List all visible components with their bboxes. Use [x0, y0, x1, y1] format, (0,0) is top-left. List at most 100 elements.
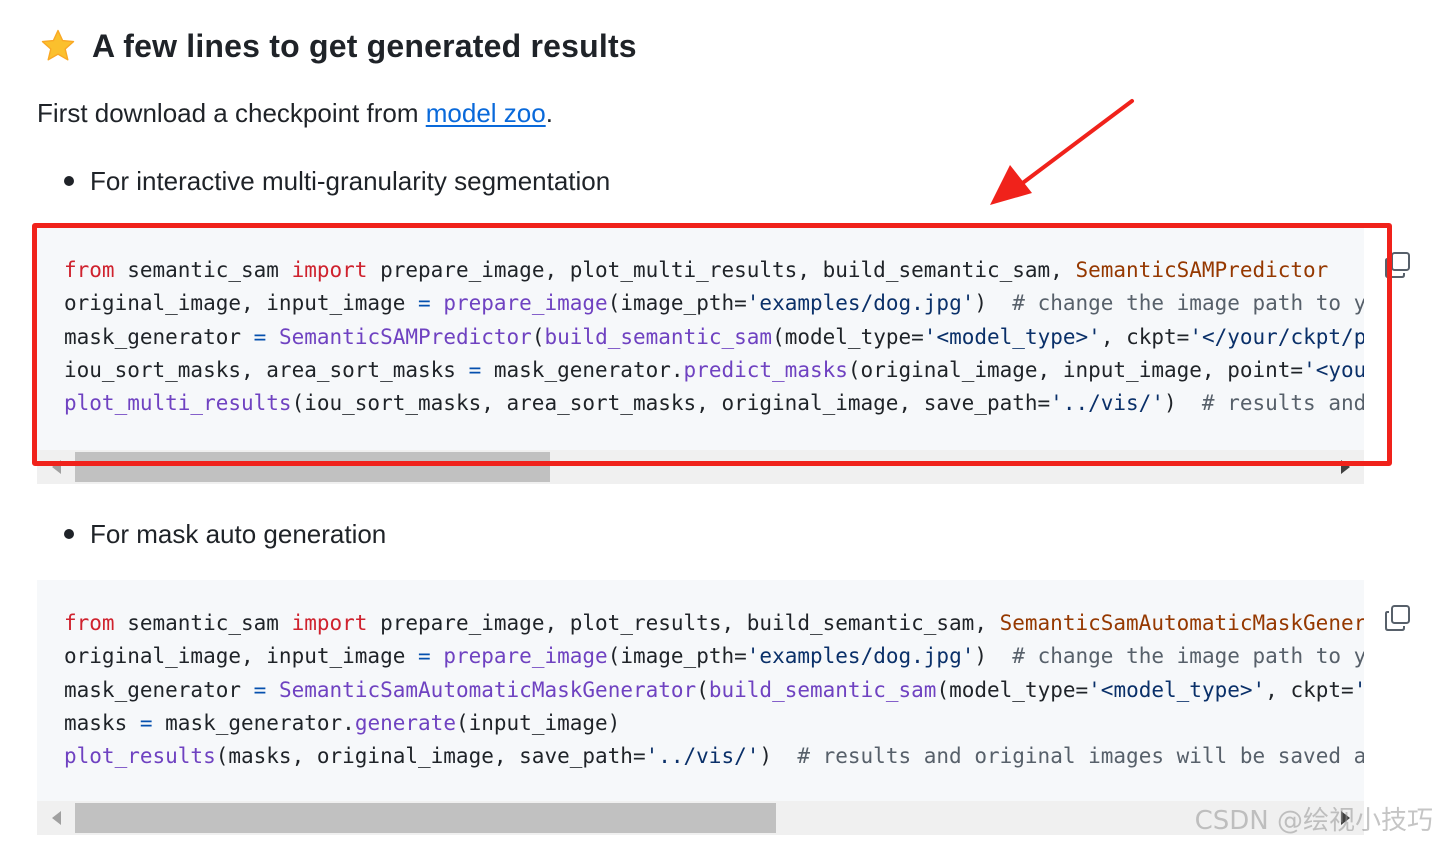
code-token: = [139, 710, 153, 735]
code-line: plot_results(masks, original_image, save… [64, 740, 1364, 773]
code-token: import [291, 611, 368, 635]
code-token: '<model_type>' [923, 324, 1101, 349]
code-token: semantic_sam [114, 611, 292, 635]
code-token: semantic_sam [114, 258, 292, 282]
code-token: ) [974, 291, 1013, 316]
code-token: = [468, 357, 482, 382]
code-token: plot_results [64, 744, 216, 769]
code-token: (image_pth= [607, 291, 747, 316]
copy-icon[interactable] [1383, 250, 1413, 280]
code-token: SemanticSAMPredictor [278, 324, 532, 349]
code-token: (iou_sort_masks, area_sort_masks, origin… [291, 391, 1051, 416]
code-block-interactive-scrollbar[interactable] [37, 450, 1364, 484]
code-token: SemanticSamAutomaticMaskGenerator [278, 677, 697, 702]
code-line: mask_generator = SemanticSamAutomaticMas… [64, 674, 1364, 707]
watermark: CSDN @绘视小技巧 [1194, 806, 1433, 836]
code-line: from semantic_sam import prepare_image, … [64, 607, 1364, 640]
code-token: = [253, 677, 267, 702]
code-token: (model_type= [772, 324, 924, 349]
code-token: build_semantic_sam [708, 677, 937, 702]
code-token: ( [531, 324, 545, 349]
code-token: # results and [1201, 391, 1364, 416]
code-block-interactive: from semantic_sam import prepare_image, … [37, 227, 1364, 451]
code-content: from semantic_sam import prepare_image, … [64, 254, 1364, 420]
code-token: # change the image path to y [1012, 291, 1364, 316]
code-content: from semantic_sam import prepare_image, … [64, 607, 1364, 773]
code-token: import [291, 258, 368, 282]
code-token: from [64, 611, 115, 635]
code-token: (input_image) [455, 710, 621, 735]
code-token: (masks, original_image, save_path= [215, 744, 646, 769]
code-token: 'examples/dog.jpg' [746, 644, 975, 669]
code-block-auto-generation-scrollbar[interactable] [37, 801, 1364, 835]
copy-icon[interactable] [1383, 603, 1413, 633]
code-token: '../vis/' [645, 744, 760, 769]
code-token: (model_type= [936, 677, 1089, 702]
scroll-right-button[interactable] [1326, 450, 1364, 484]
code-token: , ckpt= [1265, 677, 1354, 702]
code-token: SemanticSAMPredictor [1075, 258, 1329, 282]
code-line: from semantic_sam import prepare_image, … [64, 254, 1364, 287]
model-zoo-link[interactable]: model zoo [426, 98, 546, 128]
code-token: '<you [1303, 357, 1364, 382]
page-title: A few lines to get generated results [92, 27, 637, 64]
code-line: mask_generator = SemanticSAMPredictor(bu… [64, 321, 1364, 354]
code-token: mask_generator. [481, 357, 684, 382]
code-token: = [418, 644, 431, 669]
scroll-left-button[interactable] [37, 801, 75, 835]
bullet-label: For mask auto generation [90, 519, 387, 549]
star-icon [41, 29, 75, 61]
code-token: iou_sort_masks, area_sort_masks [64, 357, 469, 382]
code-token: generate [354, 710, 456, 735]
code-token: original_image, input_image [64, 644, 419, 669]
bullet-mask-auto-generation: For mask auto generation [64, 517, 386, 551]
code-token: ) [974, 644, 1013, 669]
code-token: from [64, 258, 115, 282]
code-token: mask_generator [64, 324, 254, 349]
code-line: original_image, input_image = prepare_im… [64, 640, 1364, 673]
scrollbar-thumb[interactable] [75, 803, 776, 833]
code-token: '../vis/' [1050, 391, 1164, 416]
bullet-label: For interactive multi-granularity segmen… [90, 166, 611, 196]
code-token: '</your/ckpt/p [1189, 324, 1364, 349]
section-heading: A few lines to get generated results [40, 24, 637, 68]
code-token: prepare_image [443, 291, 608, 316]
code-token: prepare_image, plot_multi_results, build… [367, 258, 1076, 282]
code-token: '<model_type>' [1088, 677, 1266, 702]
code-token: ' [1354, 678, 1364, 702]
code-token: prepare_image [443, 644, 608, 669]
code-block-auto-generation: from semantic_sam import prepare_image, … [37, 580, 1364, 802]
code-token: , ckpt= [1100, 324, 1190, 349]
code-token: mask_generator [64, 677, 254, 702]
code-token: = [418, 291, 431, 316]
code-line: iou_sort_masks, area_sort_masks = mask_g… [64, 354, 1364, 387]
code-token: SemanticSamAutomaticMaskGener [999, 611, 1364, 635]
code-token: # change the image path to y [1012, 644, 1364, 669]
bullet-dot [64, 529, 74, 539]
code-line: plot_multi_results(iou_sort_masks, area_… [64, 387, 1364, 420]
bullet-dot [64, 176, 74, 186]
scroll-left-button[interactable] [37, 450, 75, 484]
code-token: predict_masks [683, 357, 848, 382]
code-line: original_image, input_image = prepare_im… [64, 287, 1364, 320]
code-token: ( [696, 677, 709, 702]
code-line: masks = mask_generator.generate(input_im… [64, 707, 1364, 740]
code-token: (image_pth= [607, 644, 747, 669]
intro-suffix: . [545, 98, 553, 128]
code-token: original_image, input_image [64, 291, 419, 316]
code-token: masks [64, 710, 140, 735]
code-token: = [253, 324, 267, 349]
code-token: mask_generator. [152, 710, 355, 735]
code-token: ) [759, 744, 798, 769]
annotation-arrow-icon [990, 99, 1134, 205]
intro-text: First download a checkpoint from [37, 98, 426, 128]
code-token: plot_multi_results [64, 391, 292, 416]
intro-paragraph: First download a checkpoint from model z… [37, 96, 553, 130]
code-token: prepare_image, plot_results, build_seman… [367, 611, 1000, 635]
code-token: # results and original images will be sa… [797, 744, 1364, 769]
scrollbar-thumb[interactable] [75, 452, 550, 482]
